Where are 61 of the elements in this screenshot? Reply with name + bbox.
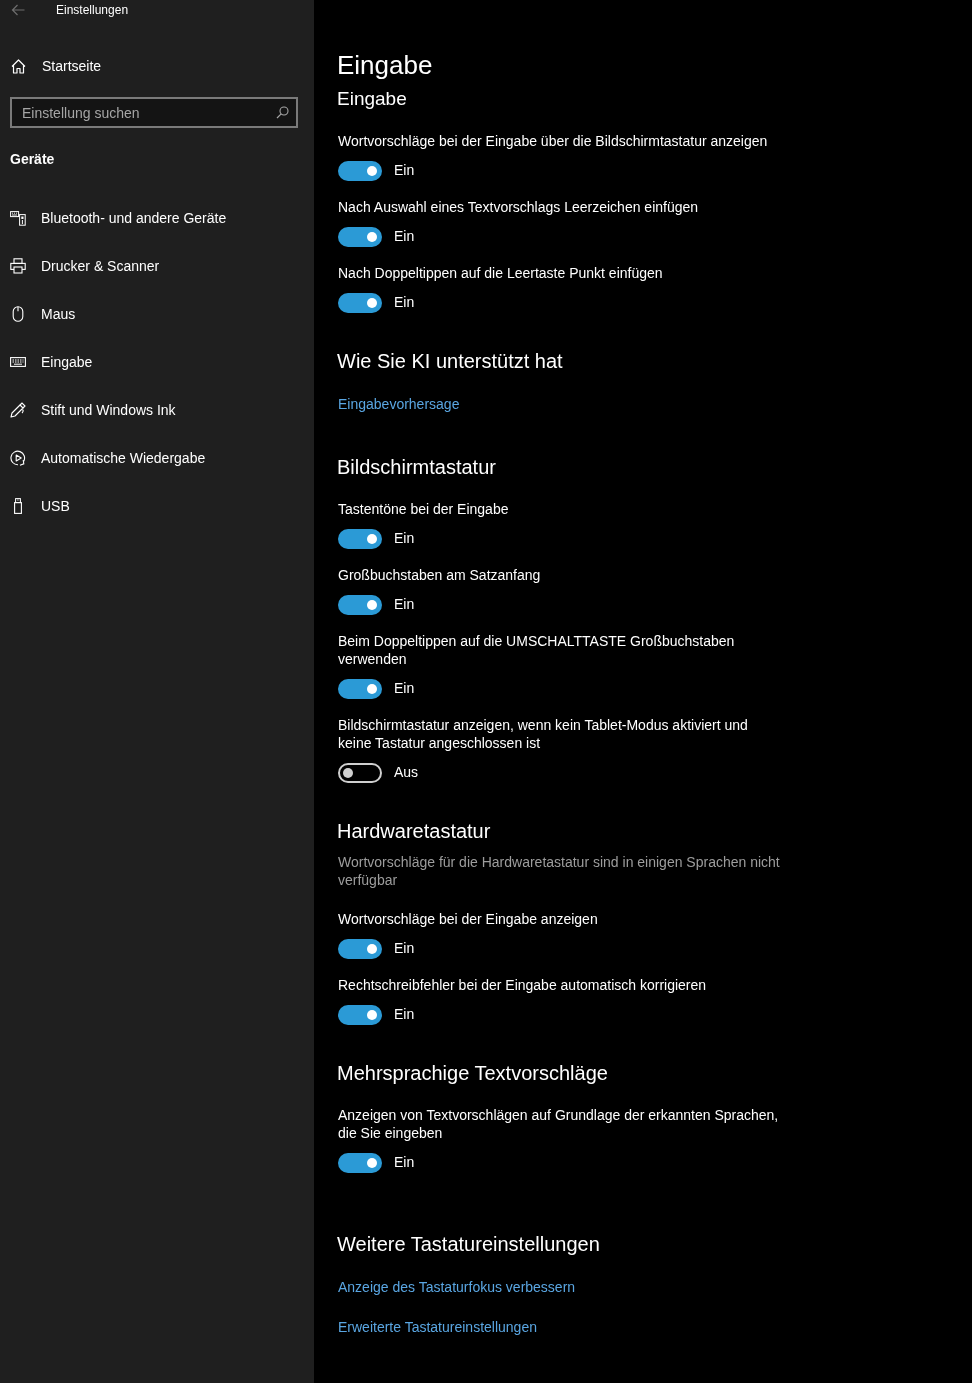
home-link[interactable]: Startseite bbox=[0, 48, 314, 84]
toggle-switch[interactable] bbox=[338, 678, 382, 699]
toggle-switch[interactable] bbox=[338, 1152, 382, 1173]
search-field[interactable]: Einstellung suchen bbox=[10, 97, 298, 128]
page-title: Eingabe bbox=[337, 49, 434, 82]
toggle-switch[interactable] bbox=[338, 292, 382, 313]
sidebar-item[interactable]: Automatische Wiedergabe bbox=[0, 434, 314, 482]
sidebar-item[interactable]: Drucker & Scanner bbox=[0, 242, 314, 290]
printer-icon bbox=[10, 258, 26, 274]
toggle-switch[interactable] bbox=[338, 594, 382, 615]
setting-label: Beim Doppeltippen auf die UMSCHALTTASTE Großbuchstaben verwenden bbox=[338, 632, 736, 668]
sidebar-item[interactable]: Bluetooth- und andere Geräte bbox=[0, 194, 314, 242]
section-heading: Bildschirmtastatur bbox=[337, 455, 497, 480]
setting-label: Wortvorschläge bei der Eingabe anzeigen bbox=[338, 910, 599, 928]
setting-label: Großbuchstaben am Satzanfang bbox=[338, 566, 542, 584]
home-icon bbox=[11, 58, 26, 74]
toggle-switch[interactable] bbox=[338, 226, 382, 247]
category-heading: Geräte bbox=[9, 150, 56, 169]
toggle-state-text: Ein bbox=[394, 227, 415, 246]
toggle-switch[interactable] bbox=[338, 1004, 382, 1025]
section-heading: Eingabe bbox=[337, 87, 408, 111]
toggle-switch[interactable] bbox=[338, 528, 382, 549]
window-title: Einstellungen bbox=[56, 2, 129, 19]
keyboard-phone-icon bbox=[10, 210, 26, 226]
section-heading: Weitere Tastatureinstellungen bbox=[337, 1232, 601, 1257]
setting-link[interactable]: Erweiterte Tastatureinstellungen bbox=[338, 1318, 537, 1336]
search-icon bbox=[276, 106, 289, 119]
toggle-state-text: Ein bbox=[394, 161, 415, 180]
toggle-state-text: Ein bbox=[394, 1005, 415, 1024]
toggle-state-text: Ein bbox=[394, 529, 415, 548]
mouse-icon bbox=[10, 306, 26, 322]
toggle-state-text: Ein bbox=[394, 293, 415, 312]
setting-label: Anzeigen von Textvorschlägen auf Grundlage der erkannten Sprachen, die Sie eingeben bbox=[338, 1106, 780, 1142]
sidebar-item[interactable]: USB bbox=[0, 482, 314, 530]
sidebar-item[interactable]: Maus bbox=[0, 290, 314, 338]
setting-label: Nach Doppeltippen auf die Leertaste Punkt einfügen bbox=[338, 264, 664, 282]
toggle-state-text: Ein bbox=[394, 595, 415, 614]
toggle-switch[interactable] bbox=[338, 938, 382, 959]
section-description: Wortvorschläge für die Hardwaretastatur sind in einigen Sprachen nicht verfügbar bbox=[338, 853, 781, 889]
setting-label: Wortvorschläge bei der Eingabe über die Bildschirmtastatur anzeigen bbox=[338, 132, 769, 150]
keyboard-icon bbox=[10, 354, 26, 370]
setting-label: Nach Auswahl eines Textvorschlags Leerzeichen einfügen bbox=[338, 198, 700, 216]
toggle-state-text: Ein bbox=[394, 1153, 415, 1172]
section-heading: Wie Sie KI unterstützt hat bbox=[337, 349, 564, 374]
pen-icon bbox=[10, 402, 26, 418]
setting-label: Rechtschreibfehler bei der Eingabe automatisch korrigieren bbox=[338, 976, 708, 994]
section-heading: Hardwaretastatur bbox=[337, 819, 492, 844]
toggle-state-text: Ein bbox=[394, 939, 415, 958]
section-heading: Mehrsprachige Textvorschläge bbox=[337, 1061, 609, 1086]
toggle-switch[interactable] bbox=[338, 762, 382, 783]
sidebar-item[interactable]: Stift und Windows Ink bbox=[0, 386, 314, 434]
play-circle-icon bbox=[10, 450, 26, 466]
toggle-state-text: Aus bbox=[394, 763, 419, 782]
setting-label: Tastentöne bei der Eingabe bbox=[338, 500, 510, 518]
setting-link[interactable]: Anzeige des Tastaturfokus verbessern bbox=[338, 1278, 576, 1296]
toggle-state-text: Ein bbox=[394, 679, 415, 698]
toggle-switch[interactable] bbox=[338, 160, 382, 181]
setting-link[interactable]: Eingabevorhersage bbox=[338, 395, 460, 413]
setting-label: Bildschirmtastatur anzeigen, wenn kein Tablet-Modus aktiviert und keine Tastatur angeschlossen ist bbox=[338, 716, 749, 752]
back-arrow-icon[interactable] bbox=[11, 4, 25, 16]
sidebar-item[interactable]: Eingabe bbox=[0, 338, 314, 386]
